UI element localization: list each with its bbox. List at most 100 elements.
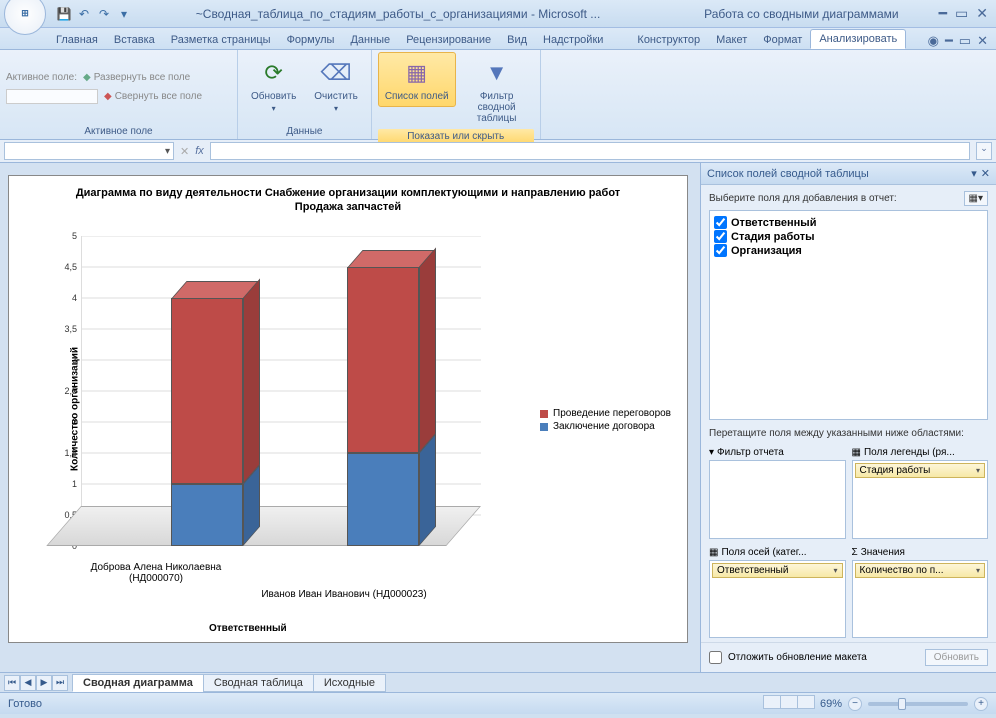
dropzone-values[interactable]: Количество по п...▾: [852, 560, 989, 639]
refresh-icon: ⟳: [258, 57, 290, 89]
window-title: ~Сводная_таблица_по_стадиям_работы_с_орг…: [132, 7, 664, 21]
zone-filter-label: Фильтр отчета: [717, 447, 784, 458]
pane-title: Список полей сводной таблицы: [707, 168, 869, 180]
chart-container: Диаграмма по виду деятельности Снабжение…: [0, 163, 700, 672]
chart-canvas[interactable]: Диаграмма по виду деятельности Снабжение…: [8, 175, 688, 643]
ytick: 4: [72, 293, 81, 303]
dropzone-axis[interactable]: Ответственный▾: [709, 560, 846, 639]
defer-checkbox[interactable]: [709, 651, 722, 664]
ytick: 5: [72, 231, 81, 241]
status-bar: Готово 69% − +: [0, 692, 996, 714]
main-area: Диаграмма по виду деятельности Снабжение…: [0, 163, 996, 672]
clear-icon: ⌫: [320, 57, 352, 89]
update-button[interactable]: Обновить: [925, 649, 988, 666]
pill-legend[interactable]: Стадия работы▾: [855, 463, 986, 478]
clear-button[interactable]: ⌫Очистить▾: [307, 52, 365, 118]
sheet-tab-1[interactable]: Сводная диаграмма: [72, 674, 204, 692]
mdi-minimize-icon[interactable]: ━: [945, 33, 953, 49]
tab-review[interactable]: Рецензирование: [398, 31, 499, 49]
undo-icon[interactable]: ↶: [76, 6, 92, 22]
pane-close-icon[interactable]: ✕: [981, 167, 990, 180]
refresh-button[interactable]: ⟳Обновить▾: [244, 52, 303, 118]
field-list[interactable]: Ответственный Стадия работы Организация: [709, 210, 988, 420]
fx-icon[interactable]: fx: [195, 145, 204, 157]
group-data: Данные: [244, 124, 365, 139]
zone-values-label: Значения: [861, 547, 905, 558]
funnel-icon: ▼: [481, 57, 513, 89]
close-button[interactable]: ✕: [976, 5, 988, 22]
axis-icon: ▦: [709, 547, 718, 558]
field-checkbox-2[interactable]: Стадия работы: [714, 230, 983, 243]
minimize-button[interactable]: ━: [939, 5, 947, 22]
pane-dropdown-icon[interactable]: ▾: [971, 167, 977, 180]
help-icon[interactable]: ◉: [928, 33, 939, 49]
field-checkbox-3[interactable]: Организация: [714, 244, 983, 257]
dropzone-filter[interactable]: [709, 460, 846, 539]
title-bar: ⊞ 💾 ↶ ↷ ▾ ~Сводная_таблица_по_стадиям_ра…: [0, 0, 996, 28]
tab-data[interactable]: Данные: [342, 31, 398, 49]
cancel-formula-icon[interactable]: ✕: [180, 145, 189, 158]
bar-1: [171, 281, 243, 546]
pill-axis[interactable]: Ответственный▾: [712, 563, 843, 578]
active-field-input[interactable]: [6, 89, 98, 104]
zone-axis-label: Поля осей (катег...: [721, 547, 806, 558]
ytick: 2,5: [64, 386, 81, 396]
context-tools-title: Работа со сводными диаграммами: [664, 7, 939, 21]
pill-values[interactable]: Количество по п...▾: [855, 563, 986, 578]
pane-title-bar[interactable]: Список полей сводной таблицы ▾ ✕: [701, 163, 996, 185]
zoom-level[interactable]: 69%: [820, 698, 842, 710]
redo-icon[interactable]: ↷: [96, 6, 112, 22]
sheet-nav-first[interactable]: ⏮: [4, 675, 20, 691]
name-box[interactable]: ▾: [4, 142, 174, 160]
pivot-filter-button[interactable]: ▼Фильтр сводной таблицы: [460, 52, 534, 129]
tab-design[interactable]: Конструктор: [629, 31, 708, 49]
field-list-button[interactable]: ▦Список полей: [378, 52, 456, 107]
zoom-in-button[interactable]: +: [974, 697, 988, 711]
tab-addins[interactable]: Надстройки: [535, 31, 611, 49]
x-category-2: Иванов Иван Иванович (НД000023): [259, 589, 429, 600]
zoom-out-button[interactable]: −: [848, 697, 862, 711]
zone-legend-label: Поля легенды (ря...: [864, 447, 955, 458]
field-list-icon: ▦: [401, 57, 433, 89]
tab-layout[interactable]: Макет: [708, 31, 755, 49]
tab-home[interactable]: Главная: [48, 31, 106, 49]
sheet-tab-2[interactable]: Сводная таблица: [203, 674, 314, 692]
tab-analyze[interactable]: Анализировать: [810, 29, 906, 49]
zoom-slider[interactable]: [868, 702, 968, 706]
tab-page-layout[interactable]: Разметка страницы: [163, 31, 279, 49]
tab-insert[interactable]: Вставка: [106, 31, 163, 49]
choose-fields-label: Выберите поля для добавления в отчет:: [709, 193, 897, 204]
sheet-nav-prev[interactable]: ◀: [20, 675, 36, 691]
tab-formulas[interactable]: Формулы: [279, 31, 343, 49]
field-list-pane: Список полей сводной таблицы ▾ ✕ Выберите…: [700, 163, 996, 672]
field-checkbox-1[interactable]: Ответственный: [714, 216, 983, 229]
defer-label: Отложить обновление макета: [728, 652, 867, 663]
formula-input[interactable]: [210, 142, 970, 160]
collapse-icon[interactable]: ◆: [104, 91, 112, 102]
dropzone-legend[interactable]: Стадия работы▾: [852, 460, 989, 539]
ytick: 3: [72, 355, 81, 365]
ytick: 3,5: [64, 324, 81, 334]
sheet-nav-last[interactable]: ⏭: [52, 675, 68, 691]
status-ready: Готово: [8, 698, 42, 710]
expand-icon[interactable]: ◆: [83, 72, 91, 83]
expand-formula-bar[interactable]: ⌄: [976, 142, 992, 160]
save-icon[interactable]: 💾: [56, 6, 72, 22]
tab-view[interactable]: Вид: [499, 31, 535, 49]
sheet-nav-next[interactable]: ▶: [36, 675, 52, 691]
layout-options-button[interactable]: ▦▾: [964, 191, 988, 206]
expand-all-button[interactable]: Развернуть все поле: [94, 72, 190, 83]
legend-label: Проведение переговоров: [553, 408, 671, 419]
mdi-restore-icon[interactable]: ▭: [959, 33, 971, 49]
sheet-tab-3[interactable]: Исходные: [313, 674, 386, 692]
collapse-all-button[interactable]: Свернуть все поле: [115, 91, 202, 102]
ytick: 1: [72, 479, 81, 489]
tab-format[interactable]: Формат: [755, 31, 810, 49]
mdi-close-icon[interactable]: ✕: [977, 33, 988, 49]
ribbon: Активное поле:◆Развернуть все поле ◆Свер…: [0, 50, 996, 140]
qat-more-icon[interactable]: ▾: [116, 6, 132, 22]
quick-access-toolbar: 💾 ↶ ↷ ▾: [56, 6, 132, 22]
restore-button[interactable]: ▭: [955, 5, 968, 22]
plot-area: 0 0,5 1 1,5 2 2,5 3 3,5 4 4,5 5: [81, 236, 481, 546]
view-buttons[interactable]: [763, 695, 814, 712]
